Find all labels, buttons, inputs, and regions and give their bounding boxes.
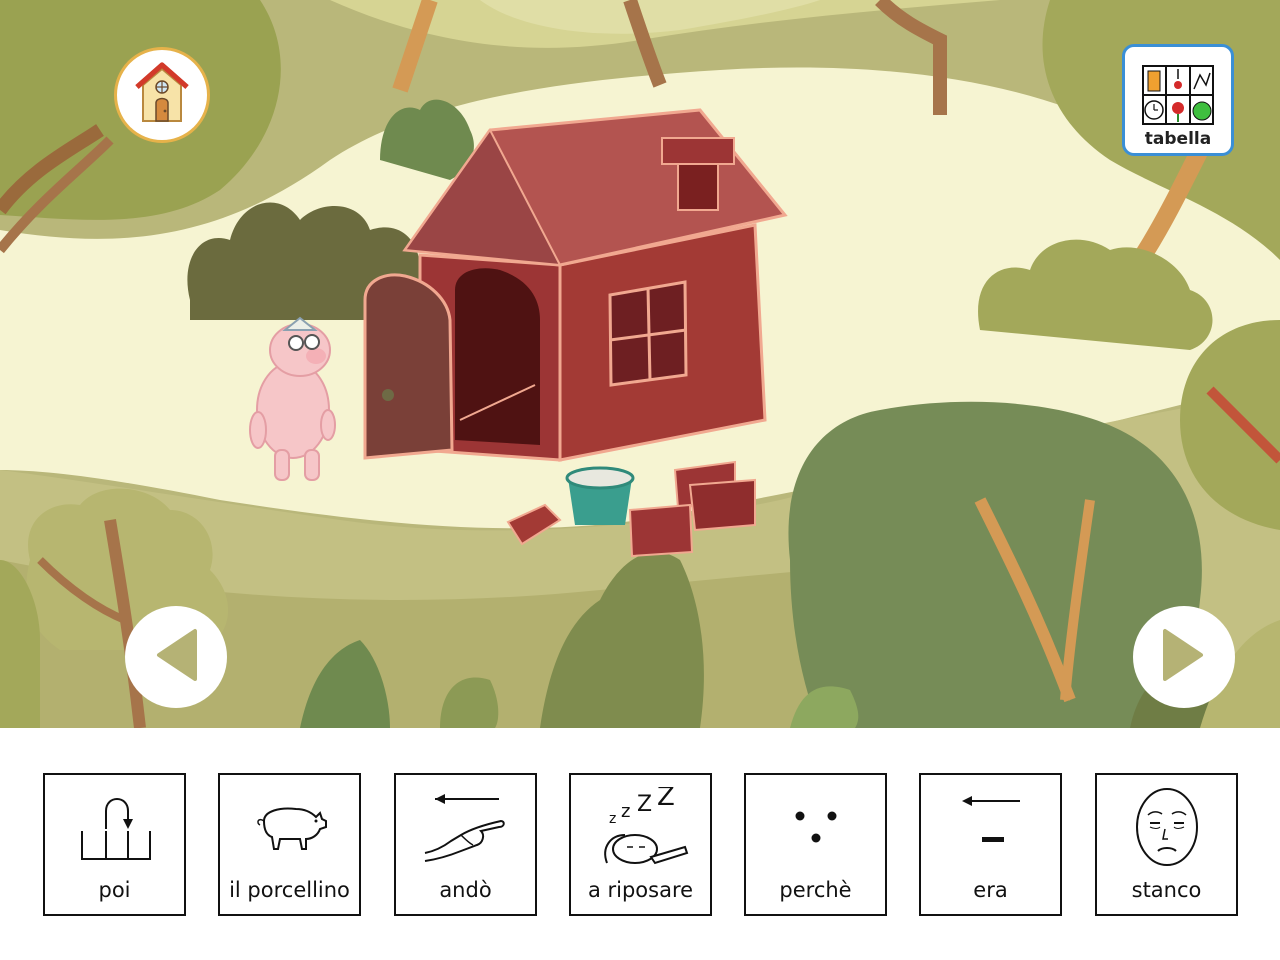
house-icon <box>133 61 191 130</box>
word-label: perchè <box>779 878 852 902</box>
previous-page-button[interactable] <box>125 606 227 708</box>
then-symbol-icon <box>45 789 184 865</box>
word-card-stanco[interactable]: stanco <box>1095 773 1238 916</box>
symbol-grid-icon <box>1142 65 1214 125</box>
triangle-right-icon <box>1159 627 1209 688</box>
table-button[interactable]: tabella <box>1122 44 1234 156</box>
svg-text:Z: Z <box>657 787 675 812</box>
word-card-ando[interactable]: andò <box>394 773 537 916</box>
word-label: a riposare <box>587 878 694 902</box>
table-button-label: tabella <box>1144 129 1212 149</box>
next-page-button[interactable] <box>1133 606 1235 708</box>
past-was-icon <box>921 789 1060 865</box>
svg-text:z: z <box>621 801 630 822</box>
word-label: il porcellino <box>229 878 350 902</box>
svg-text:z: z <box>609 811 616 827</box>
sleeping-icon: z z Z Z <box>571 787 710 865</box>
because-dots-icon <box>746 789 885 865</box>
word-label: era <box>973 878 1008 902</box>
word-card-era[interactable]: era <box>919 773 1062 916</box>
tired-face-icon <box>1097 788 1236 866</box>
word-label: stanco <box>1131 878 1202 902</box>
pig-icon <box>220 789 359 865</box>
triangle-left-icon <box>151 627 201 688</box>
word-card-perche[interactable]: perchè <box>744 773 887 916</box>
home-button[interactable] <box>114 47 210 143</box>
word-card-poi[interactable]: poi <box>43 773 186 916</box>
pointing-hand-icon <box>396 789 535 865</box>
word-card-a-riposare[interactable]: z z Z Z a riposare <box>569 773 712 916</box>
word-card-il-porcellino[interactable]: il porcellino <box>218 773 361 916</box>
word-label: andò <box>439 878 492 902</box>
svg-text:Z: Z <box>637 792 652 817</box>
word-label: poi <box>98 878 131 902</box>
